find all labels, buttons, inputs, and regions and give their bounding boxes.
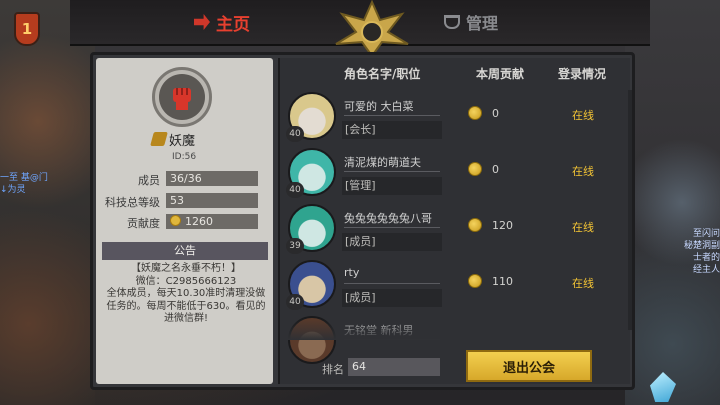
notice-title: 公告 [102,242,268,260]
coin-icon [468,274,482,288]
member-role: [成员] [342,289,442,307]
scrollbar[interactable] [628,90,632,330]
member-level: 40 [286,182,304,198]
edit-icon[interactable] [150,132,168,146]
member-role: [成员] [342,233,442,251]
list-fade [286,318,626,340]
notice-text: 【妖魔之名永垂不朽！】 微信：C2985666123 全体成员，每天10.30准… [106,263,266,324]
member-row[interactable]: 39 兔兔兔兔兔兔八哥 [成员] 120 在线 [286,204,626,258]
tab-manage[interactable]: 管理 [444,6,498,38]
stat-label-members: 成员 [138,174,160,187]
contribution-value: 1260 [185,215,213,228]
member-level: 39 [286,238,304,254]
guild-name: 妖魔 [169,133,196,149]
member-row[interactable]: 40 可爱的 大白菜 [会长] 0 在线 [286,92,626,146]
chat-line: 士者的 [692,253,720,263]
member-contribution: 0 [492,107,499,120]
background-chat-right: 至闪问 秘楚洞副 士者的 经主人 [660,228,720,276]
member-contribution: 110 [492,275,513,288]
arrow-right-icon [194,14,210,30]
rank-value: 64 [348,358,440,376]
chat-line: 一至 基@门 [0,173,48,183]
member-name: 兔兔兔兔兔兔八哥 [344,212,432,225]
member-row[interactable]: 40 清泥煤的萌道夫 [管理] 0 在线 [286,148,626,202]
stat-value-tech-level: 53 [166,193,258,208]
guild-name-row[interactable]: 妖魔 [150,130,222,149]
background-chat-left: 一至 基@门 ↓为灵 [0,172,70,196]
coin-icon [468,106,482,120]
divider [344,171,440,172]
member-role: [会长] [342,121,442,139]
chat-line: 经主人 [692,265,720,275]
coin-icon [468,218,482,232]
fist-icon [159,74,205,120]
member-name: 清泥煤的萌道夫 [344,156,421,169]
stat-label-tech-level: 科技总等级 [105,196,160,209]
tab-home-label: 主页 [216,14,250,35]
member-name: rty [344,266,360,279]
background-left-scene [0,0,95,405]
header-name-role: 角色名字/职位 [344,67,421,81]
member-contribution: 0 [492,163,499,176]
header-weekly-contribution: 本周贡献 [476,67,525,81]
header-login-status: 登录情况 [558,67,607,81]
member-status: 在线 [572,221,594,234]
quit-guild-button[interactable]: 退出公会 [466,350,592,382]
trophy-icon [444,15,460,29]
coin-icon [468,162,482,176]
chat-line: 至闪问 [692,229,720,239]
divider [344,283,440,284]
member-status: 在线 [572,165,594,178]
guild-emblem [152,67,212,127]
divider [344,115,440,116]
level-badge: 1 [14,12,40,46]
rank-label: 排名 [322,363,344,376]
stat-label-contribution: 贡献度 [127,217,160,230]
guild-crest-emblem [335,0,409,58]
tab-manage-label: 管理 [466,14,499,33]
coin-icon [170,215,181,226]
member-row[interactable]: 40 rty [成员] 110 在线 [286,260,626,314]
chat-line: ↓为灵 [0,185,26,195]
divider [344,227,440,228]
member-status: 在线 [572,109,594,122]
member-level: 40 [286,126,304,142]
member-level: 40 [286,294,304,310]
stat-value-members: 36/36 [166,171,258,186]
member-name: 可爱的 大白菜 [344,100,414,113]
stat-value-contribution: 1260 [166,214,258,229]
guild-id: ID:56 [172,152,197,162]
background-right-scene [625,0,720,405]
member-role: [管理] [342,177,442,195]
member-status: 在线 [572,277,594,290]
chat-line: 秘楚洞副 [683,241,720,251]
tab-home[interactable]: 主页 [180,6,262,38]
member-contribution: 120 [492,219,513,232]
